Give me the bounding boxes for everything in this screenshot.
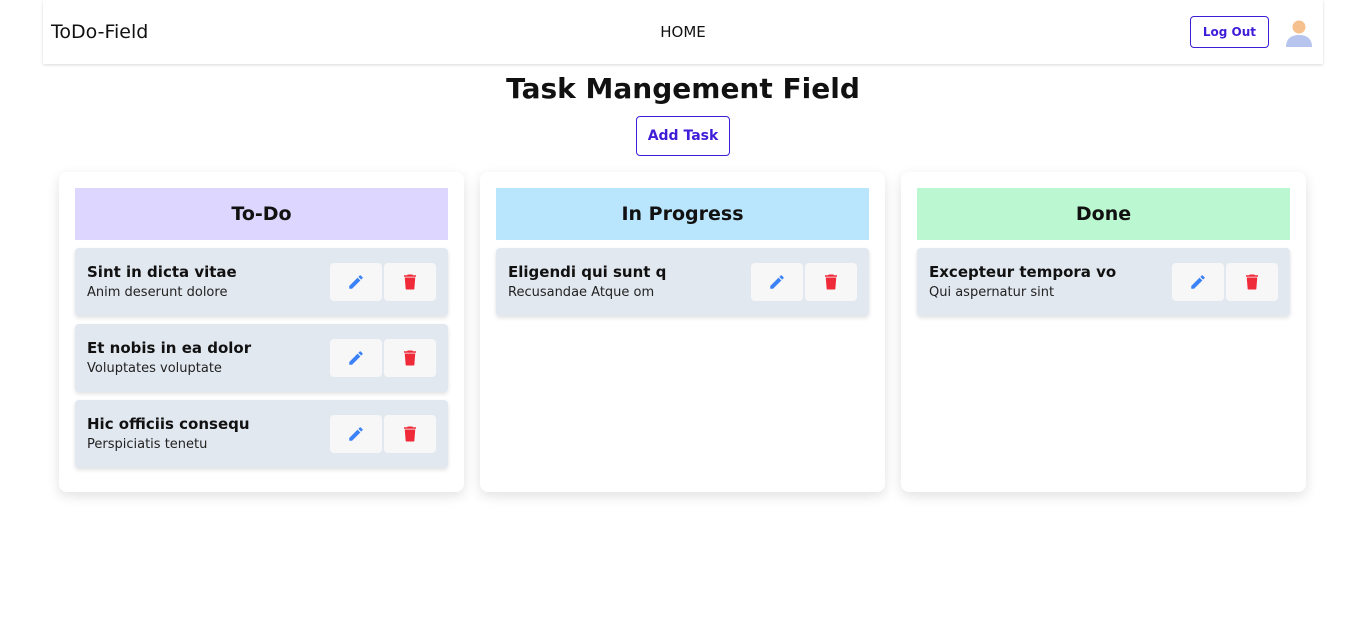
- task-title: Eligendi qui sunt q: [508, 262, 667, 281]
- task-description: Anim deserunt dolore: [87, 284, 228, 300]
- task-description: Voluptates voluptate: [87, 360, 222, 376]
- pencil-icon: [349, 351, 363, 365]
- column-todo: To-Do Sint in dicta vitae Anim deserunt …: [59, 172, 464, 492]
- task-actions: [1172, 263, 1278, 301]
- task-card[interactable]: Hic officiis consequ Perspiciatis tenetu: [75, 400, 448, 468]
- edit-task-button[interactable]: [330, 415, 382, 453]
- task-description: Perspiciatis tenetu: [87, 436, 208, 452]
- task-title: Sint in dicta vitae: [87, 262, 237, 281]
- trash-icon: [404, 274, 416, 290]
- trash-icon: [1246, 274, 1258, 290]
- task-actions: [330, 263, 436, 301]
- task-text: Et nobis in ea dolor Voluptates voluptat…: [87, 338, 251, 379]
- column-header-in-progress: In Progress: [496, 188, 869, 240]
- delete-task-button[interactable]: [384, 263, 436, 301]
- column-in-progress: In Progress Eligendi qui sunt q Recusand…: [480, 172, 885, 492]
- task-board: To-Do Sint in dicta vitae Anim deserunt …: [59, 172, 1307, 492]
- logout-button[interactable]: Log Out: [1189, 16, 1269, 48]
- delete-task-button[interactable]: [1226, 263, 1278, 301]
- column-header-done: Done: [917, 188, 1290, 240]
- task-title: Hic officiis consequ: [87, 414, 250, 433]
- trash-icon: [825, 274, 837, 290]
- task-description: Qui aspernatur sint: [929, 284, 1055, 300]
- task-title: Et nobis in ea dolor: [87, 338, 252, 357]
- task-title: Excepteur tempora vo: [929, 262, 1117, 281]
- trash-icon: [404, 426, 416, 442]
- task-actions: [330, 415, 436, 453]
- edit-task-button[interactable]: [751, 263, 803, 301]
- page-title: Task Mangement Field: [506, 72, 860, 105]
- task-card[interactable]: Excepteur tempora vo Qui aspernatur sint: [917, 248, 1290, 316]
- pencil-icon: [349, 275, 363, 289]
- edit-task-button[interactable]: [330, 339, 382, 377]
- top-navbar: ToDo-Field HOME Log Out: [43, 0, 1323, 64]
- column-done: Done Excepteur tempora vo Qui aspernatur…: [901, 172, 1306, 492]
- navbar-right-group: Log Out: [1189, 16, 1315, 48]
- column-header-todo: To-Do: [75, 188, 448, 240]
- edit-task-button[interactable]: [1172, 263, 1224, 301]
- task-actions: [330, 339, 436, 377]
- delete-task-button[interactable]: [805, 263, 857, 301]
- pencil-icon: [349, 427, 363, 441]
- add-task-button[interactable]: Add Task: [636, 116, 730, 156]
- user-avatar-icon[interactable]: [1283, 16, 1315, 48]
- task-text: Eligendi qui sunt q Recusandae Atque om: [508, 262, 666, 303]
- nav-link-home[interactable]: HOME: [660, 23, 706, 41]
- task-text: Sint in dicta vitae Anim deserunt dolore: [87, 262, 237, 303]
- trash-icon: [404, 350, 416, 366]
- task-text: Hic officiis consequ Perspiciatis tenetu: [87, 414, 250, 455]
- edit-task-button[interactable]: [330, 263, 382, 301]
- task-card[interactable]: Et nobis in ea dolor Voluptates voluptat…: [75, 324, 448, 392]
- task-description: Recusandae Atque om: [508, 284, 655, 300]
- pencil-icon: [770, 275, 784, 289]
- brand-logo-text[interactable]: ToDo-Field: [51, 21, 148, 43]
- delete-task-button[interactable]: [384, 339, 436, 377]
- pencil-icon: [1191, 275, 1205, 289]
- task-actions: [751, 263, 857, 301]
- task-card[interactable]: Eligendi qui sunt q Recusandae Atque om: [496, 248, 869, 316]
- task-card[interactable]: Sint in dicta vitae Anim deserunt dolore: [75, 248, 448, 316]
- delete-task-button[interactable]: [384, 415, 436, 453]
- task-text: Excepteur tempora vo Qui aspernatur sint: [929, 262, 1116, 303]
